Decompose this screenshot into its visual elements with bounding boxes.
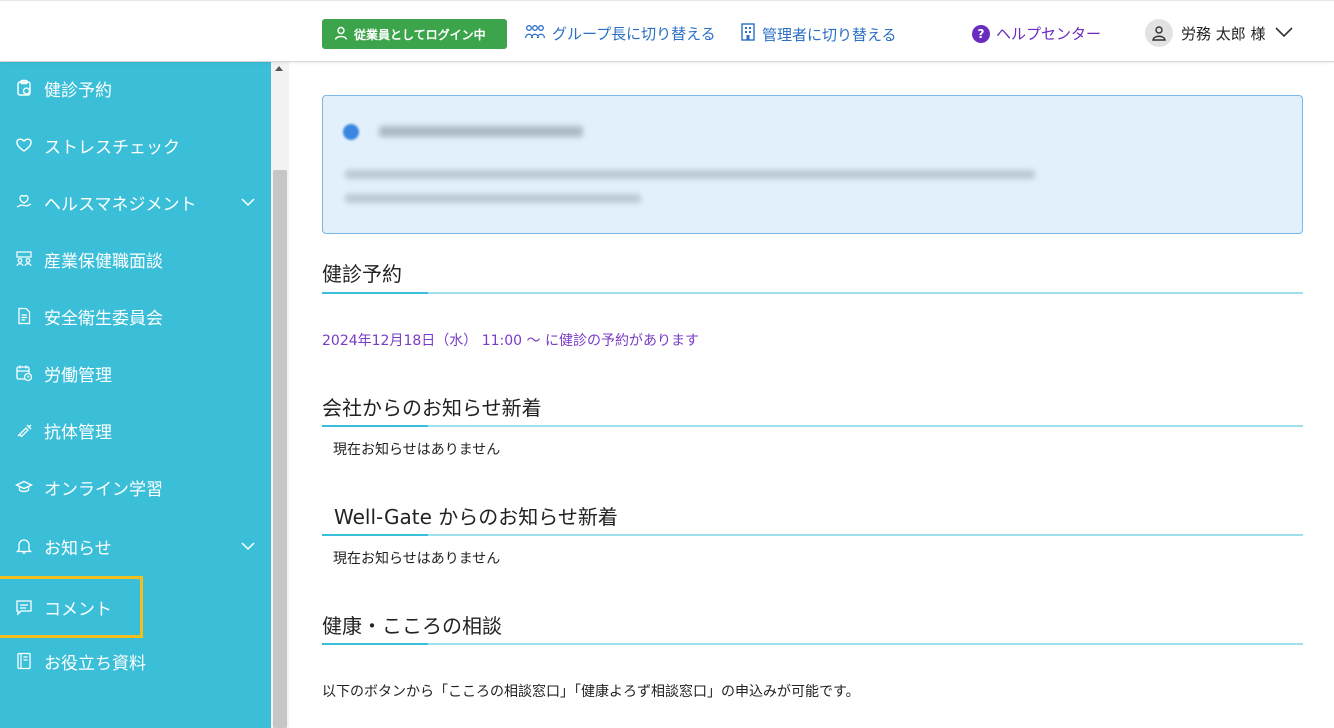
sidebar-item-health-management[interactable]: ヘルスマネジメント xyxy=(0,182,271,222)
section-divider xyxy=(322,534,1303,536)
switch-to-admin-label: 管理者に切り替える xyxy=(762,25,897,44)
sidebar-item-checkup-reservation[interactable]: 健診予約 xyxy=(0,68,271,108)
sidebar-item-label: コメント xyxy=(44,599,112,620)
sidebar-item-notices[interactable]: お知らせ xyxy=(0,526,271,566)
sidebar-item-useful-materials[interactable]: お役立ち資料 xyxy=(0,641,271,681)
info-icon xyxy=(343,124,359,140)
blurred-text xyxy=(345,170,1035,179)
section-title-company-news: 会社からのお知らせ新着 xyxy=(322,396,542,420)
sidebar-item-label: 産業保健職面談 xyxy=(44,251,163,272)
user-name: 労務 太郎 様 xyxy=(1181,24,1266,43)
section-divider xyxy=(322,292,1303,294)
sidebar-item-label: ストレスチェック xyxy=(44,137,180,158)
sidebar-scrollbar-thumb[interactable] xyxy=(273,170,287,728)
company-news-empty-text: 現在お知らせはありません xyxy=(333,442,501,458)
document-icon xyxy=(14,306,34,326)
calendar-clock-icon xyxy=(14,363,34,383)
sidebar-item-antibody-management[interactable]: 抗体管理 xyxy=(0,410,271,450)
sidebar-item-label: お知らせ xyxy=(44,538,112,559)
consultation-description: 以下のボタンから「こころの相談窓口」「健康よろず相談窓口」の申込みが可能です。 xyxy=(322,684,860,700)
sidebar-item-label: 健診予約 xyxy=(44,80,112,101)
syringe-icon xyxy=(14,420,34,440)
sidebar: 健診予約 ストレスチェック ヘルスマネジメント 産業保健職面談 安全衛生委員会 … xyxy=(0,62,271,728)
checkup-reservation-text[interactable]: 2024年12月18日（水） 11:00 〜 に健診の予約があります xyxy=(322,330,699,350)
comment-icon xyxy=(14,597,34,617)
sidebar-item-label: ヘルスマネジメント xyxy=(44,194,197,215)
sidebar-item-label: オンライン学習 xyxy=(44,479,163,500)
avatar xyxy=(1145,19,1173,47)
help-center-label: ヘルプセンター xyxy=(996,25,1102,43)
user-icon xyxy=(1152,26,1166,41)
people-interview-icon xyxy=(14,249,34,269)
sidebar-item-safety-committee[interactable]: 安全衛生委員会 xyxy=(0,296,271,336)
bell-icon xyxy=(14,536,34,556)
group-people-icon xyxy=(524,24,546,44)
clipboard-icon xyxy=(14,78,34,98)
switch-to-admin-link[interactable]: 管理者に切り替える xyxy=(740,23,897,45)
section-title-consultation: 健康・こころの相談 xyxy=(322,614,502,638)
question-icon: ? xyxy=(972,24,990,43)
building-icon xyxy=(740,23,756,45)
heart-icon xyxy=(14,135,34,155)
login-status-badge: 従業員としてログイン中 xyxy=(322,19,507,49)
section-title-wellgate-news: Well-Gate からのお知らせ新着 xyxy=(334,505,618,529)
scroll-up-arrow-icon[interactable] xyxy=(275,66,283,71)
chevron-down-icon xyxy=(1274,24,1294,42)
health-management-icon xyxy=(14,192,34,212)
chevron-down-icon[interactable] xyxy=(240,194,256,210)
chevron-down-icon[interactable] xyxy=(240,538,256,554)
switch-to-group-leader-link[interactable]: グループ長に切り替える xyxy=(524,23,716,44)
user-menu[interactable]: 労務 太郎 様 xyxy=(1145,19,1294,47)
section-divider xyxy=(322,425,1303,427)
login-status-label: 従業員としてログイン中 xyxy=(354,27,486,42)
sidebar-item-online-learning[interactable]: オンライン学習 xyxy=(0,467,271,507)
sidebar-item-label: 安全衛生委員会 xyxy=(44,308,163,329)
sidebar-item-label: 労働管理 xyxy=(44,365,112,386)
blurred-text xyxy=(379,126,583,137)
sidebar-item-stress-check[interactable]: ストレスチェック xyxy=(0,125,271,165)
sidebar-item-occupational-health-interview[interactable]: 産業保健職面談 xyxy=(0,239,271,279)
blurred-text xyxy=(345,194,641,203)
sidebar-item-comment[interactable]: コメント xyxy=(0,576,143,638)
top-header: 従業員としてログイン中 グループ長に切り替える 管理者に切り替える ? ヘルプセ… xyxy=(0,0,1334,62)
book-icon xyxy=(14,651,34,671)
sidebar-item-labor-management[interactable]: 労働管理 xyxy=(0,353,271,393)
sidebar-item-label: 抗体管理 xyxy=(44,422,112,443)
section-divider xyxy=(322,643,1303,645)
announcement-box xyxy=(322,95,1303,234)
person-icon xyxy=(334,26,348,43)
switch-to-group-leader-label: グループ長に切り替える xyxy=(552,25,716,43)
help-center-link[interactable]: ? ヘルプセンター xyxy=(972,23,1101,44)
section-title-checkup: 健診予約 xyxy=(322,262,402,286)
wellgate-news-empty-text: 現在お知らせはありません xyxy=(333,551,501,567)
graduation-cap-icon xyxy=(14,477,34,497)
sidebar-item-label: お役立ち資料 xyxy=(44,653,146,674)
